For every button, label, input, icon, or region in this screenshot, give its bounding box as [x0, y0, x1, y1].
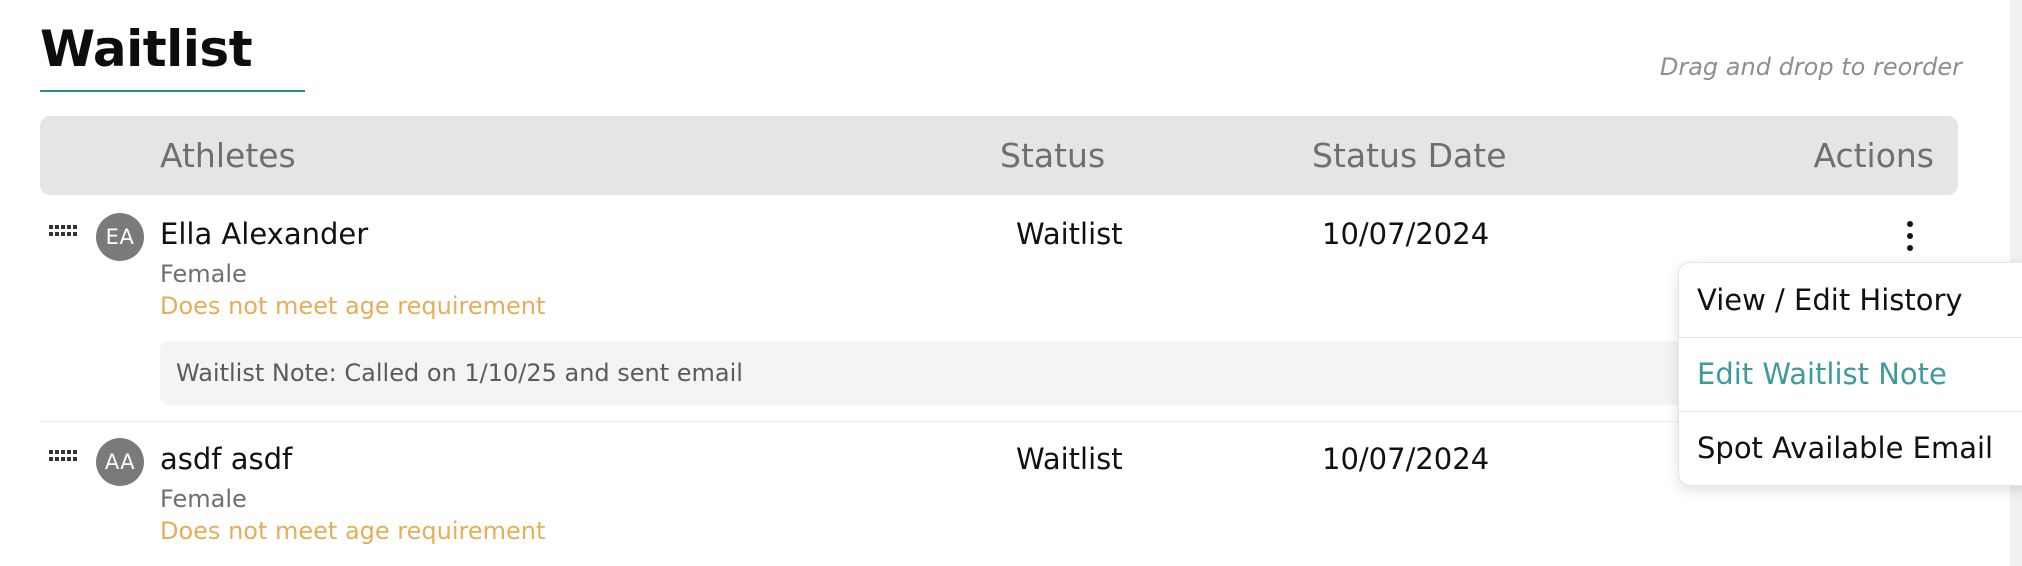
athlete-gender: Female — [160, 485, 247, 513]
waitlist-note-text: Waitlist Note: Called on 1/10/25 and sen… — [176, 359, 743, 387]
column-header-athletes[interactable]: Athletes — [160, 137, 296, 174]
status-date-cell: 10/07/2024 — [1322, 442, 1490, 476]
title-underline — [40, 90, 305, 92]
table-row[interactable]: AA asdf asdf Female Does not meet age re… — [40, 422, 1958, 566]
menu-item-label: View / Edit History — [1697, 283, 1963, 317]
menu-item-spot-available-email[interactable]: Spot Available Email — [1679, 411, 2022, 485]
drag-handle-icon[interactable] — [49, 450, 79, 462]
table-header: Athletes Status Status Date Actions — [40, 116, 1958, 195]
menu-item-label: Spot Available Email — [1697, 431, 1994, 465]
column-header-status-date[interactable]: Status Date — [1312, 137, 1507, 174]
actions-menu: View / Edit History Edit Waitlist Note S… — [1678, 262, 2022, 486]
page-title: Waitlist — [40, 20, 253, 78]
status-cell: Waitlist — [1016, 442, 1123, 476]
waitlist-page: Waitlist Drag and drop to reorder Athlet… — [0, 0, 2022, 566]
column-header-status[interactable]: Status — [1000, 137, 1105, 174]
table-row[interactable]: EA Ella Alexander Female Does not meet a… — [40, 195, 1958, 422]
menu-item-edit-waitlist-note[interactable]: Edit Waitlist Note — [1679, 337, 2022, 412]
menu-item-view-edit-history[interactable]: View / Edit History — [1679, 263, 2022, 338]
avatar: EA — [96, 213, 144, 261]
avatar: AA — [96, 438, 144, 486]
athlete-name[interactable]: asdf asdf — [160, 442, 292, 476]
waitlist-note: Waitlist Note: Called on 1/10/25 and sen… — [160, 341, 1890, 405]
column-header-actions: Actions — [1813, 136, 1934, 175]
age-warning: Does not meet age requirement — [160, 292, 546, 320]
status-cell: Waitlist — [1016, 217, 1123, 251]
drag-handle-icon[interactable] — [49, 225, 79, 237]
athlete-gender: Female — [160, 260, 247, 288]
kebab-menu-icon[interactable] — [1900, 221, 1920, 253]
menu-item-label: Edit Waitlist Note — [1697, 357, 1947, 391]
age-warning: Does not meet age requirement — [160, 517, 546, 545]
reorder-hint: Drag and drop to reorder — [1659, 53, 1962, 81]
athlete-name[interactable]: Ella Alexander — [160, 217, 368, 251]
status-date-cell: 10/07/2024 — [1322, 217, 1490, 251]
